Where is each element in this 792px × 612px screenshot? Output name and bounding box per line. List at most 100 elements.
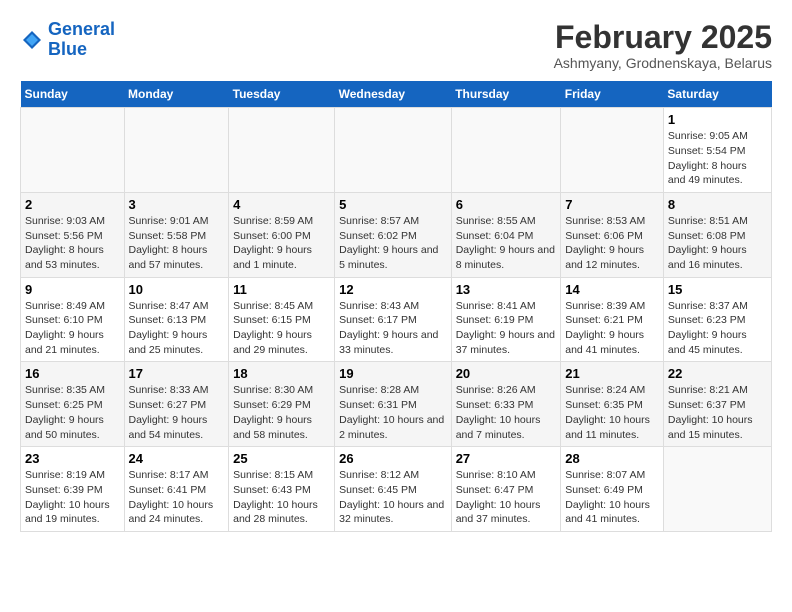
calendar-cell: 8 Sunrise: 8:51 AM Sunset: 6:08 PM Daylig… [663, 192, 771, 277]
day-number: 4 [233, 197, 330, 212]
weekday-header-friday: Friday [561, 81, 664, 108]
calendar-cell: 25 Sunrise: 8:15 AM Sunset: 6:43 PM Dayli… [229, 447, 335, 532]
logo-line2: Blue [48, 39, 87, 59]
calendar-header: SundayMondayTuesdayWednesdayThursdayFrid… [21, 81, 772, 108]
day-info: Sunrise: 9:03 AM Sunset: 5:56 PM Dayligh… [25, 214, 120, 273]
title-block: February 2025 Ashmyany, Grodnenskaya, Be… [554, 20, 772, 71]
calendar-cell [229, 108, 335, 193]
day-number: 18 [233, 366, 330, 381]
weekday-header-row: SundayMondayTuesdayWednesdayThursdayFrid… [21, 81, 772, 108]
weekday-header-wednesday: Wednesday [335, 81, 452, 108]
calendar-cell [451, 108, 561, 193]
calendar-week-row: 9 Sunrise: 8:49 AM Sunset: 6:10 PM Daylig… [21, 277, 772, 362]
calendar-cell: 28Sunrise: 8:07 AM Sunset: 6:49 PM Dayli… [561, 447, 664, 532]
day-info: Sunrise: 9:05 AM Sunset: 5:54 PM Dayligh… [668, 129, 767, 188]
day-info: Sunrise: 8:26 AM Sunset: 6:33 PM Dayligh… [456, 383, 557, 442]
weekday-header-monday: Monday [124, 81, 229, 108]
calendar-cell: 6 Sunrise: 8:55 AM Sunset: 6:04 PM Daylig… [451, 192, 561, 277]
day-info: Sunrise: 8:59 AM Sunset: 6:00 PM Dayligh… [233, 214, 330, 273]
day-number: 21 [565, 366, 659, 381]
calendar-cell: 2 Sunrise: 9:03 AM Sunset: 5:56 PM Daylig… [21, 192, 125, 277]
calendar-cell: 14 Sunrise: 8:39 AM Sunset: 6:21 PM Dayli… [561, 277, 664, 362]
day-info: Sunrise: 8:30 AM Sunset: 6:29 PM Dayligh… [233, 383, 330, 442]
day-info: Sunrise: 8:49 AM Sunset: 6:10 PM Dayligh… [25, 299, 120, 358]
weekday-header-saturday: Saturday [663, 81, 771, 108]
calendar-cell: 3 Sunrise: 9:01 AM Sunset: 5:58 PM Daylig… [124, 192, 229, 277]
calendar-cell [335, 108, 452, 193]
calendar-table: SundayMondayTuesdayWednesdayThursdayFrid… [20, 81, 772, 532]
calendar-cell: 13 Sunrise: 8:41 AM Sunset: 6:19 PM Dayli… [451, 277, 561, 362]
day-info: Sunrise: 8:10 AM Sunset: 6:47 PM Dayligh… [456, 468, 557, 527]
calendar-cell: 1 Sunrise: 9:05 AM Sunset: 5:54 PM Daylig… [663, 108, 771, 193]
calendar-week-row: 23Sunrise: 8:19 AM Sunset: 6:39 PM Dayli… [21, 447, 772, 532]
logo: General Blue [20, 20, 115, 60]
day-number: 10 [129, 282, 225, 297]
calendar-cell [124, 108, 229, 193]
day-info: Sunrise: 8:24 AM Sunset: 6:35 PM Dayligh… [565, 383, 659, 442]
weekday-header-tuesday: Tuesday [229, 81, 335, 108]
day-number: 7 [565, 197, 659, 212]
day-number: 1 [668, 112, 767, 127]
calendar-cell: 9 Sunrise: 8:49 AM Sunset: 6:10 PM Daylig… [21, 277, 125, 362]
day-info: Sunrise: 9:01 AM Sunset: 5:58 PM Dayligh… [129, 214, 225, 273]
calendar-cell: 27 Sunrise: 8:10 AM Sunset: 6:47 PM Dayli… [451, 447, 561, 532]
logo-icon [20, 28, 44, 52]
calendar-cell: 26Sunrise: 8:12 AM Sunset: 6:45 PM Dayli… [335, 447, 452, 532]
weekday-header-sunday: Sunday [21, 81, 125, 108]
day-number: 13 [456, 282, 557, 297]
day-number: 14 [565, 282, 659, 297]
calendar-cell: 23Sunrise: 8:19 AM Sunset: 6:39 PM Dayli… [21, 447, 125, 532]
day-info: Sunrise: 8:41 AM Sunset: 6:19 PM Dayligh… [456, 299, 557, 358]
calendar-cell: 24Sunrise: 8:17 AM Sunset: 6:41 PM Dayli… [124, 447, 229, 532]
day-number: 24 [129, 451, 225, 466]
day-number: 8 [668, 197, 767, 212]
logo-line1: General [48, 19, 115, 39]
day-number: 5 [339, 197, 447, 212]
calendar-cell: 12Sunrise: 8:43 AM Sunset: 6:17 PM Dayli… [335, 277, 452, 362]
calendar-cell [21, 108, 125, 193]
day-number: 22 [668, 366, 767, 381]
day-info: Sunrise: 8:15 AM Sunset: 6:43 PM Dayligh… [233, 468, 330, 527]
day-number: 16 [25, 366, 120, 381]
day-info: Sunrise: 8:12 AM Sunset: 6:45 PM Dayligh… [339, 468, 447, 527]
day-number: 25 [233, 451, 330, 466]
day-info: Sunrise: 8:28 AM Sunset: 6:31 PM Dayligh… [339, 383, 447, 442]
day-number: 27 [456, 451, 557, 466]
day-number: 20 [456, 366, 557, 381]
logo-text: General Blue [48, 20, 115, 60]
calendar-cell: 20 Sunrise: 8:26 AM Sunset: 6:33 PM Dayli… [451, 362, 561, 447]
calendar-cell: 18 Sunrise: 8:30 AM Sunset: 6:29 PM Dayli… [229, 362, 335, 447]
day-info: Sunrise: 8:21 AM Sunset: 6:37 PM Dayligh… [668, 383, 767, 442]
calendar-week-row: 1 Sunrise: 9:05 AM Sunset: 5:54 PM Daylig… [21, 108, 772, 193]
day-info: Sunrise: 8:47 AM Sunset: 6:13 PM Dayligh… [129, 299, 225, 358]
calendar-cell: 4 Sunrise: 8:59 AM Sunset: 6:00 PM Daylig… [229, 192, 335, 277]
day-number: 6 [456, 197, 557, 212]
calendar-body: 1 Sunrise: 9:05 AM Sunset: 5:54 PM Daylig… [21, 108, 772, 532]
calendar-cell [663, 447, 771, 532]
day-number: 2 [25, 197, 120, 212]
calendar-cell [561, 108, 664, 193]
day-info: Sunrise: 8:39 AM Sunset: 6:21 PM Dayligh… [565, 299, 659, 358]
day-number: 12 [339, 282, 447, 297]
calendar-cell: 15 Sunrise: 8:37 AM Sunset: 6:23 PM Dayli… [663, 277, 771, 362]
calendar-cell: 11Sunrise: 8:45 AM Sunset: 6:15 PM Dayli… [229, 277, 335, 362]
day-number: 9 [25, 282, 120, 297]
weekday-header-thursday: Thursday [451, 81, 561, 108]
page-header: General Blue February 2025 Ashmyany, Gro… [20, 20, 772, 71]
calendar-week-row: 16 Sunrise: 8:35 AM Sunset: 6:25 PM Dayli… [21, 362, 772, 447]
day-info: Sunrise: 8:07 AM Sunset: 6:49 PM Dayligh… [565, 468, 659, 527]
day-number: 3 [129, 197, 225, 212]
calendar-cell: 17Sunrise: 8:33 AM Sunset: 6:27 PM Dayli… [124, 362, 229, 447]
calendar-cell: 21 Sunrise: 8:24 AM Sunset: 6:35 PM Dayli… [561, 362, 664, 447]
day-info: Sunrise: 8:45 AM Sunset: 6:15 PM Dayligh… [233, 299, 330, 358]
calendar-cell: 10 Sunrise: 8:47 AM Sunset: 6:13 PM Dayli… [124, 277, 229, 362]
day-info: Sunrise: 8:53 AM Sunset: 6:06 PM Dayligh… [565, 214, 659, 273]
day-number: 15 [668, 282, 767, 297]
day-info: Sunrise: 8:35 AM Sunset: 6:25 PM Dayligh… [25, 383, 120, 442]
day-number: 19 [339, 366, 447, 381]
day-info: Sunrise: 8:51 AM Sunset: 6:08 PM Dayligh… [668, 214, 767, 273]
calendar-cell: 19 Sunrise: 8:28 AM Sunset: 6:31 PM Dayli… [335, 362, 452, 447]
day-info: Sunrise: 8:37 AM Sunset: 6:23 PM Dayligh… [668, 299, 767, 358]
day-info: Sunrise: 8:19 AM Sunset: 6:39 PM Dayligh… [25, 468, 120, 527]
day-info: Sunrise: 8:55 AM Sunset: 6:04 PM Dayligh… [456, 214, 557, 273]
